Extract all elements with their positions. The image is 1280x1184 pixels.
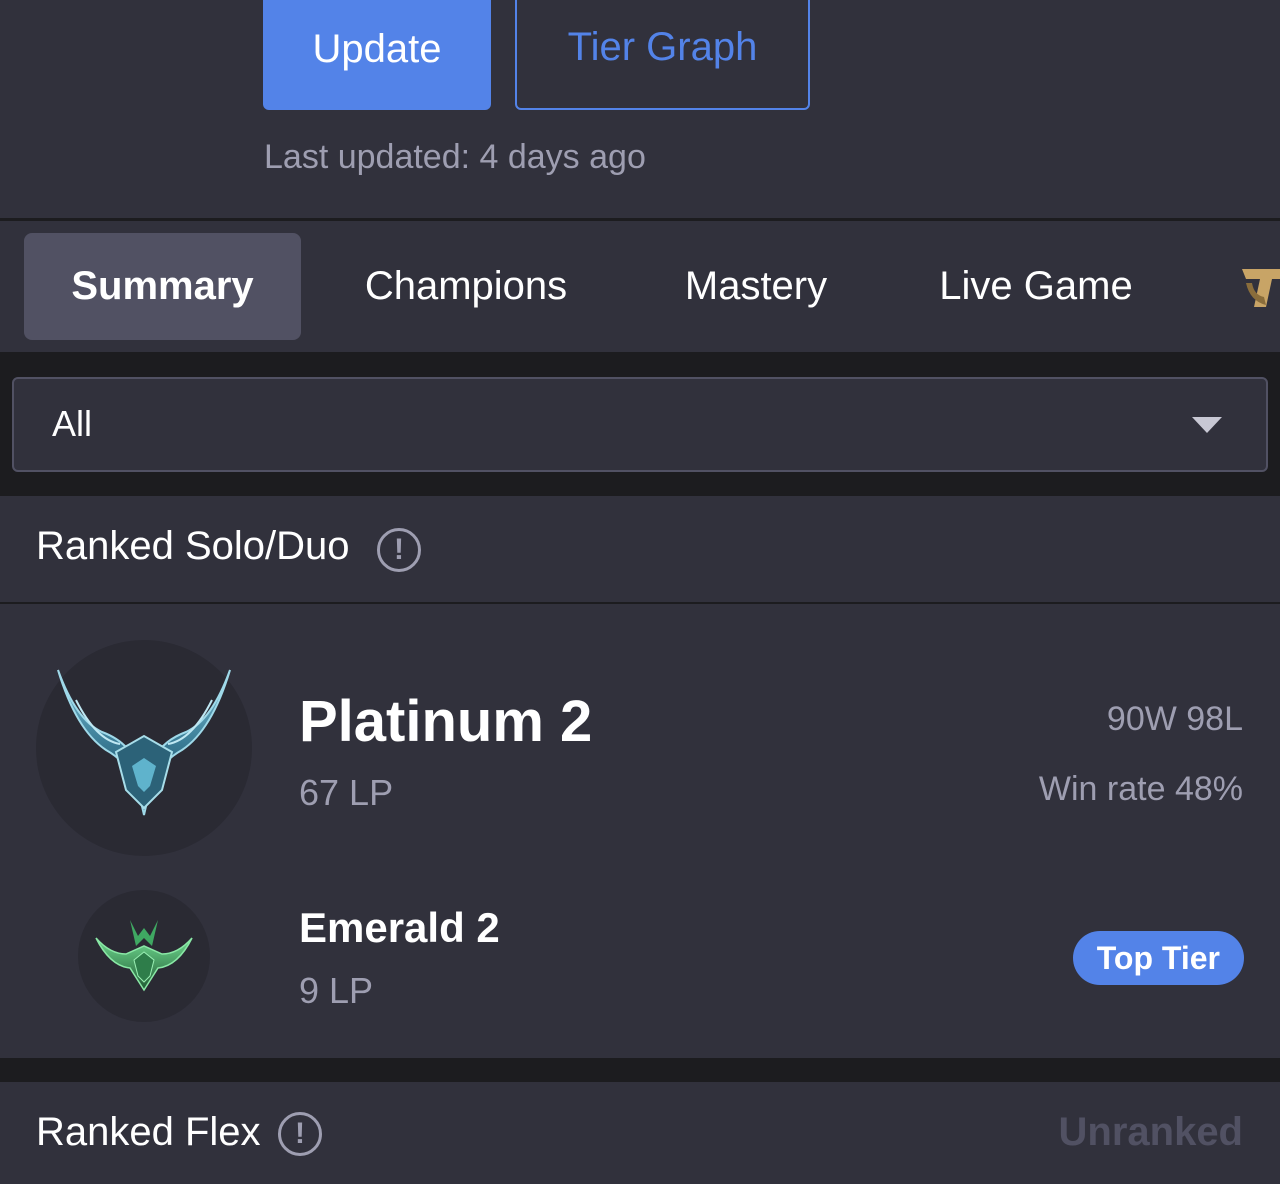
ranked-solo-card: Platinum 2 67 LP 90W 98L Win rate 48% Em… [0,604,1280,1058]
peak-tier: Emerald 2 [299,904,500,951]
queue-filter-select[interactable]: All [12,377,1268,472]
current-lp: 67 LP [299,772,394,813]
ranked-solo-header: Ranked Solo/Duo ! [0,496,1280,602]
top-tier-badge: Top Tier [1072,931,1244,985]
tab-partner-logo-icon[interactable] [1240,261,1280,313]
platinum-emblem [36,640,252,856]
tab-mastery[interactable]: Mastery [660,233,852,340]
profile-header: Update Tier Graph Last updated: 4 days a… [0,0,1280,218]
update-button[interactable]: Update [263,0,491,110]
queue-filter-value: All [52,403,93,444]
ranked-flex-title: Ranked Flex [36,1110,261,1154]
section-gap [0,1058,1280,1082]
tier-graph-button[interactable]: Tier Graph [515,0,810,110]
platinum-crest-icon [57,669,231,816]
peak-lp: 9 LP [299,970,374,1011]
ranked-flex-header: Ranked Flex ! Unranked [0,1082,1280,1184]
ranked-flex-info-icon[interactable]: ! [278,1112,322,1156]
win-rate: Win rate 48% [1038,770,1243,808]
emerald-crest-icon [95,920,193,992]
current-tier: Platinum 2 [299,689,593,754]
tab-summary[interactable]: Summary [24,233,301,340]
dropdown-arrow-icon [1192,417,1222,433]
tab-live-game[interactable]: Live Game [920,233,1152,340]
ranked-solo-title: Ranked Solo/Duo [36,524,350,568]
tab-champions[interactable]: Champions [340,233,592,340]
ranked-flex-status: Unranked [1058,1110,1244,1154]
ranked-solo-info-icon[interactable]: ! [377,528,421,572]
emerald-emblem [78,890,210,1022]
queue-filter-bar: All [0,352,1280,496]
win-loss-record: 90W 98L [1106,700,1243,738]
profile-tabs: Summary Champions Mastery Live Game [0,221,1280,352]
last-updated-text: Last updated: 4 days ago [264,138,646,176]
